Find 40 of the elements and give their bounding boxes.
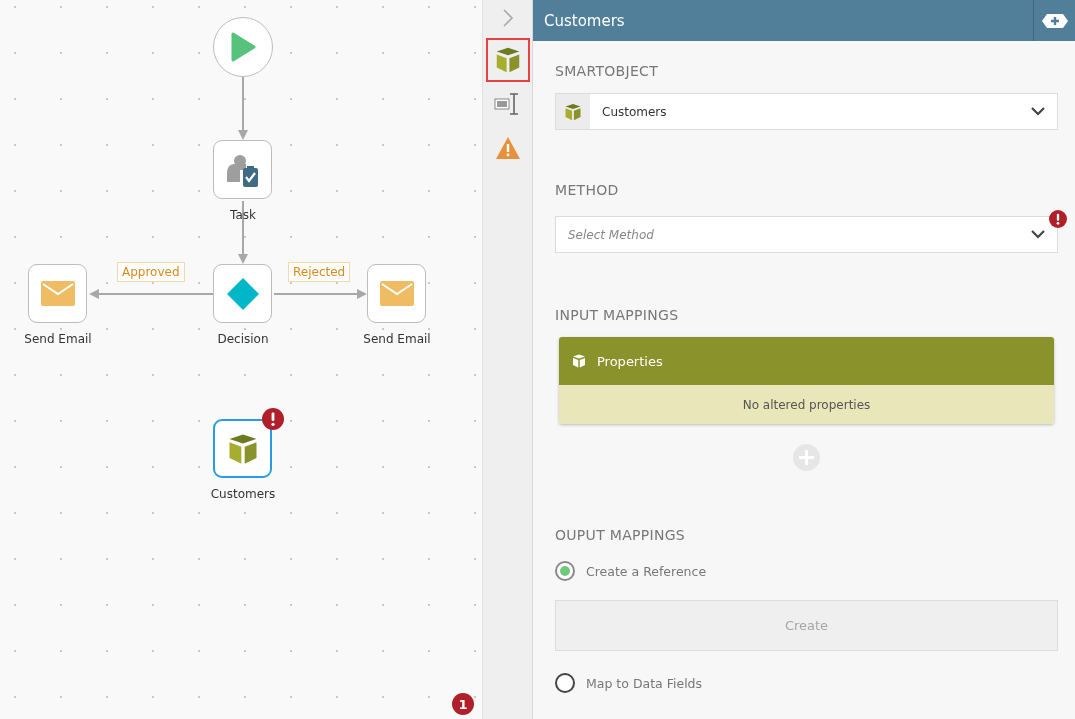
sidebar-tab[interactable] [485, 38, 530, 82]
workflow-node[interactable] [213, 419, 272, 478]
section-heading: OUPUT MAPPINGS [555, 527, 687, 543]
node-label: Customers [210, 487, 276, 501]
workflow-node[interactable] [28, 264, 87, 323]
branch-label[interactable]: Approved [117, 262, 185, 282]
warning-icon [494, 136, 521, 160]
radio-button[interactable] [555, 673, 575, 693]
workflow-node[interactable] [213, 140, 272, 199]
method-dropdown[interactable]: Select Method [555, 216, 1058, 253]
envelope-icon [40, 281, 75, 306]
envelope-icon [379, 281, 414, 306]
chevron-down-icon [1031, 107, 1045, 116]
panel-title: Customers [543, 11, 626, 30]
smartobject-dropdown[interactable]: Customers [555, 93, 1058, 130]
error-icon [262, 408, 284, 430]
play-icon [230, 32, 256, 62]
empty-message: No altered properties [742, 397, 871, 412]
radio-label: Create a Reference [586, 563, 707, 579]
chevron-down-icon [1031, 230, 1045, 239]
card-title: Properties [597, 353, 663, 369]
workflow-node[interactable] [367, 264, 426, 323]
node-label: Task [230, 208, 256, 222]
cube-icon [563, 101, 583, 122]
branch-label[interactable]: Rejected [288, 262, 351, 282]
connector-arrow [238, 76, 248, 140]
radio-button[interactable] [555, 561, 575, 581]
cube-icon [571, 353, 587, 369]
error-count-badge[interactable]: 1 [452, 693, 474, 715]
diamond-icon [225, 276, 260, 311]
node-label: Decision [217, 332, 269, 346]
plus-tag-icon [1041, 13, 1068, 28]
chevron-right-icon[interactable] [501, 8, 514, 28]
radio-label: Map to Data Fields [586, 675, 703, 691]
workflow-node[interactable] [213, 264, 272, 323]
node-label: Send Email [24, 332, 92, 346]
node-label: Send Email [363, 332, 431, 346]
section-heading: METHOD [555, 182, 620, 198]
section-heading: INPUT MAPPINGS [555, 307, 680, 323]
section-heading: SMARTOBJECT [555, 63, 660, 79]
